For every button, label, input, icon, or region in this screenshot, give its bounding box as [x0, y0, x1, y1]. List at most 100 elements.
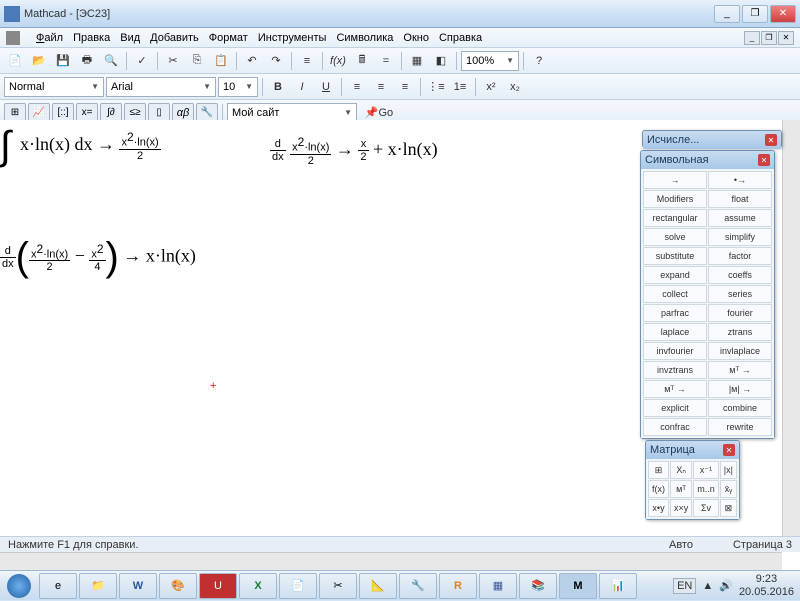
menu-insert[interactable]: Добавить	[150, 32, 199, 44]
numbers-icon[interactable]: 1≡	[449, 76, 471, 98]
symbolic-op[interactable]: →	[643, 171, 707, 189]
new-icon[interactable]: 📄	[4, 50, 26, 72]
symbolic-op[interactable]: simplify	[708, 228, 772, 246]
underline-icon[interactable]: U	[315, 76, 337, 98]
unit-icon[interactable]: 🖩	[351, 50, 373, 72]
task-app7[interactable]: ▦	[479, 573, 517, 599]
task-winrar[interactable]: 📚	[519, 573, 557, 599]
save-icon[interactable]: 💾	[52, 50, 74, 72]
bold-icon[interactable]: B	[267, 76, 289, 98]
redo-icon[interactable]: ↷	[265, 50, 287, 72]
symbolic-op[interactable]: combine	[708, 399, 772, 417]
menu-help[interactable]: Справка	[439, 32, 482, 44]
symbolic-op[interactable]: invlaplace	[708, 342, 772, 360]
close-button[interactable]: ✕	[770, 5, 796, 23]
tray-volume-icon[interactable]: 🔊	[719, 579, 733, 592]
menu-symbolics[interactable]: Символика	[336, 32, 393, 44]
task-app5[interactable]: 🔧	[399, 573, 437, 599]
paste-icon[interactable]: 📋	[210, 50, 232, 72]
symbolic-op[interactable]: rectangular	[643, 209, 707, 227]
task-excel[interactable]: X	[239, 573, 277, 599]
mdi-minimize[interactable]: _	[744, 31, 760, 45]
symbolic-op[interactable]: explicit	[643, 399, 707, 417]
maximize-button[interactable]: ❐	[742, 5, 768, 23]
tray-flag-icon[interactable]: ▲	[702, 580, 713, 592]
copy-icon[interactable]: ⎘	[186, 50, 208, 72]
start-button[interactable]	[0, 571, 38, 601]
task-app2[interactable]: 📄	[279, 573, 317, 599]
symbolic-op[interactable]: confrac	[643, 418, 707, 436]
menu-edit[interactable]: Правка	[73, 32, 110, 44]
zoom-combo[interactable]: 100%▼	[461, 51, 519, 71]
sup-icon[interactable]: x²	[480, 76, 502, 98]
symbolic-op[interactable]: coeffs	[708, 266, 772, 284]
clock[interactable]: 9:2320.05.2016	[739, 573, 794, 597]
symbolic-op[interactable]: Modifiers	[643, 190, 707, 208]
symbolic-op[interactable]: substitute	[643, 247, 707, 265]
align-left-icon[interactable]: ≡	[346, 76, 368, 98]
symbolic-op[interactable]: |м| →	[708, 380, 772, 398]
symbolic-op[interactable]: мᵀ →	[643, 380, 707, 398]
symbolic-op[interactable]: invztrans	[643, 361, 707, 379]
calculus-palette-tab[interactable]: Исчисле...✕	[642, 130, 782, 148]
menu-format[interactable]: Формат	[209, 32, 248, 44]
task-app8[interactable]: 📊	[599, 573, 637, 599]
matrix-op[interactable]: x̄ᵧ	[720, 480, 737, 498]
matrix-op[interactable]: ⊠	[720, 499, 737, 517]
vertical-scrollbar[interactable]	[782, 120, 800, 552]
component-icon[interactable]: ▦	[406, 50, 428, 72]
style-combo[interactable]: Normal▼	[4, 77, 104, 97]
size-combo[interactable]: 10▼	[218, 77, 258, 97]
help-icon[interactable]: ?	[528, 50, 550, 72]
matrix-op[interactable]: мᵀ	[670, 480, 692, 498]
symbolic-op[interactable]: rewrite	[708, 418, 772, 436]
task-app6[interactable]: R	[439, 573, 477, 599]
font-combo[interactable]: Arial▼	[106, 77, 216, 97]
mdi-close[interactable]: ✕	[778, 31, 794, 45]
equation-3[interactable]: ddx(x2·ln(x)2 − x24) → x·ln(x)	[0, 235, 196, 280]
matrix-op[interactable]: m..n	[693, 480, 719, 498]
close-icon[interactable]: ✕	[765, 134, 777, 146]
task-ie[interactable]: e	[39, 573, 77, 599]
mdi-icon[interactable]	[6, 31, 20, 45]
align-center-icon[interactable]: ≡	[370, 76, 392, 98]
sub-icon[interactable]: x₂	[504, 76, 526, 98]
insert-icon[interactable]: ◧	[430, 50, 452, 72]
matrix-op[interactable]: x×y	[670, 499, 692, 517]
open-icon[interactable]: 📂	[28, 50, 50, 72]
symbolic-op[interactable]: laplace	[643, 323, 707, 341]
symbolic-op[interactable]: collect	[643, 285, 707, 303]
close-icon[interactable]: ✕	[758, 154, 770, 166]
symbolic-op[interactable]: assume	[708, 209, 772, 227]
task-app3[interactable]: ✂	[319, 573, 357, 599]
matrix-op[interactable]: x•y	[648, 499, 669, 517]
equation-2[interactable]: ddx x2·ln(x)2 → x2 + x·ln(x)	[270, 135, 438, 167]
task-paint[interactable]: 🎨	[159, 573, 197, 599]
equals-icon[interactable]: =	[375, 50, 397, 72]
matrix-op[interactable]: Σv	[693, 499, 719, 517]
symbolic-op[interactable]: fourier	[708, 304, 772, 322]
symbolic-op[interactable]: solve	[643, 228, 707, 246]
symbolic-op[interactable]: •→	[708, 171, 772, 189]
menu-file[interactable]: Файл	[36, 32, 63, 44]
symbolic-op[interactable]: float	[708, 190, 772, 208]
cut-icon[interactable]: ✂	[162, 50, 184, 72]
matrix-op[interactable]: |x|	[720, 461, 737, 479]
system-tray[interactable]: EN ▲ 🔊 9:2320.05.2016	[667, 573, 800, 597]
symbolic-op[interactable]: expand	[643, 266, 707, 284]
workspace[interactable]: ∫ x·ln(x) dx → x2·ln(x)2 ddx x2·ln(x)2 →…	[0, 120, 800, 570]
undo-icon[interactable]: ↶	[241, 50, 263, 72]
task-explorer[interactable]: 📁	[79, 573, 117, 599]
mdi-maximize[interactable]: ❐	[761, 31, 777, 45]
matrix-op[interactable]: f(x)	[648, 480, 669, 498]
symbolic-op[interactable]: мᵀ →	[708, 361, 772, 379]
task-word[interactable]: W	[119, 573, 157, 599]
align-icon[interactable]: ≡	[296, 50, 318, 72]
task-app1[interactable]: U	[199, 573, 237, 599]
symbolic-op[interactable]: ztrans	[708, 323, 772, 341]
matrix-op[interactable]: x⁻¹	[693, 461, 719, 479]
symbolic-op[interactable]: series	[708, 285, 772, 303]
language-indicator[interactable]: EN	[673, 578, 696, 594]
matrix-palette[interactable]: Матрица✕ ⊞Xₙx⁻¹|x|f(x)мᵀm..nx̄ᵧx•yx×yΣv⊠	[645, 440, 740, 520]
task-app4[interactable]: 📐	[359, 573, 397, 599]
